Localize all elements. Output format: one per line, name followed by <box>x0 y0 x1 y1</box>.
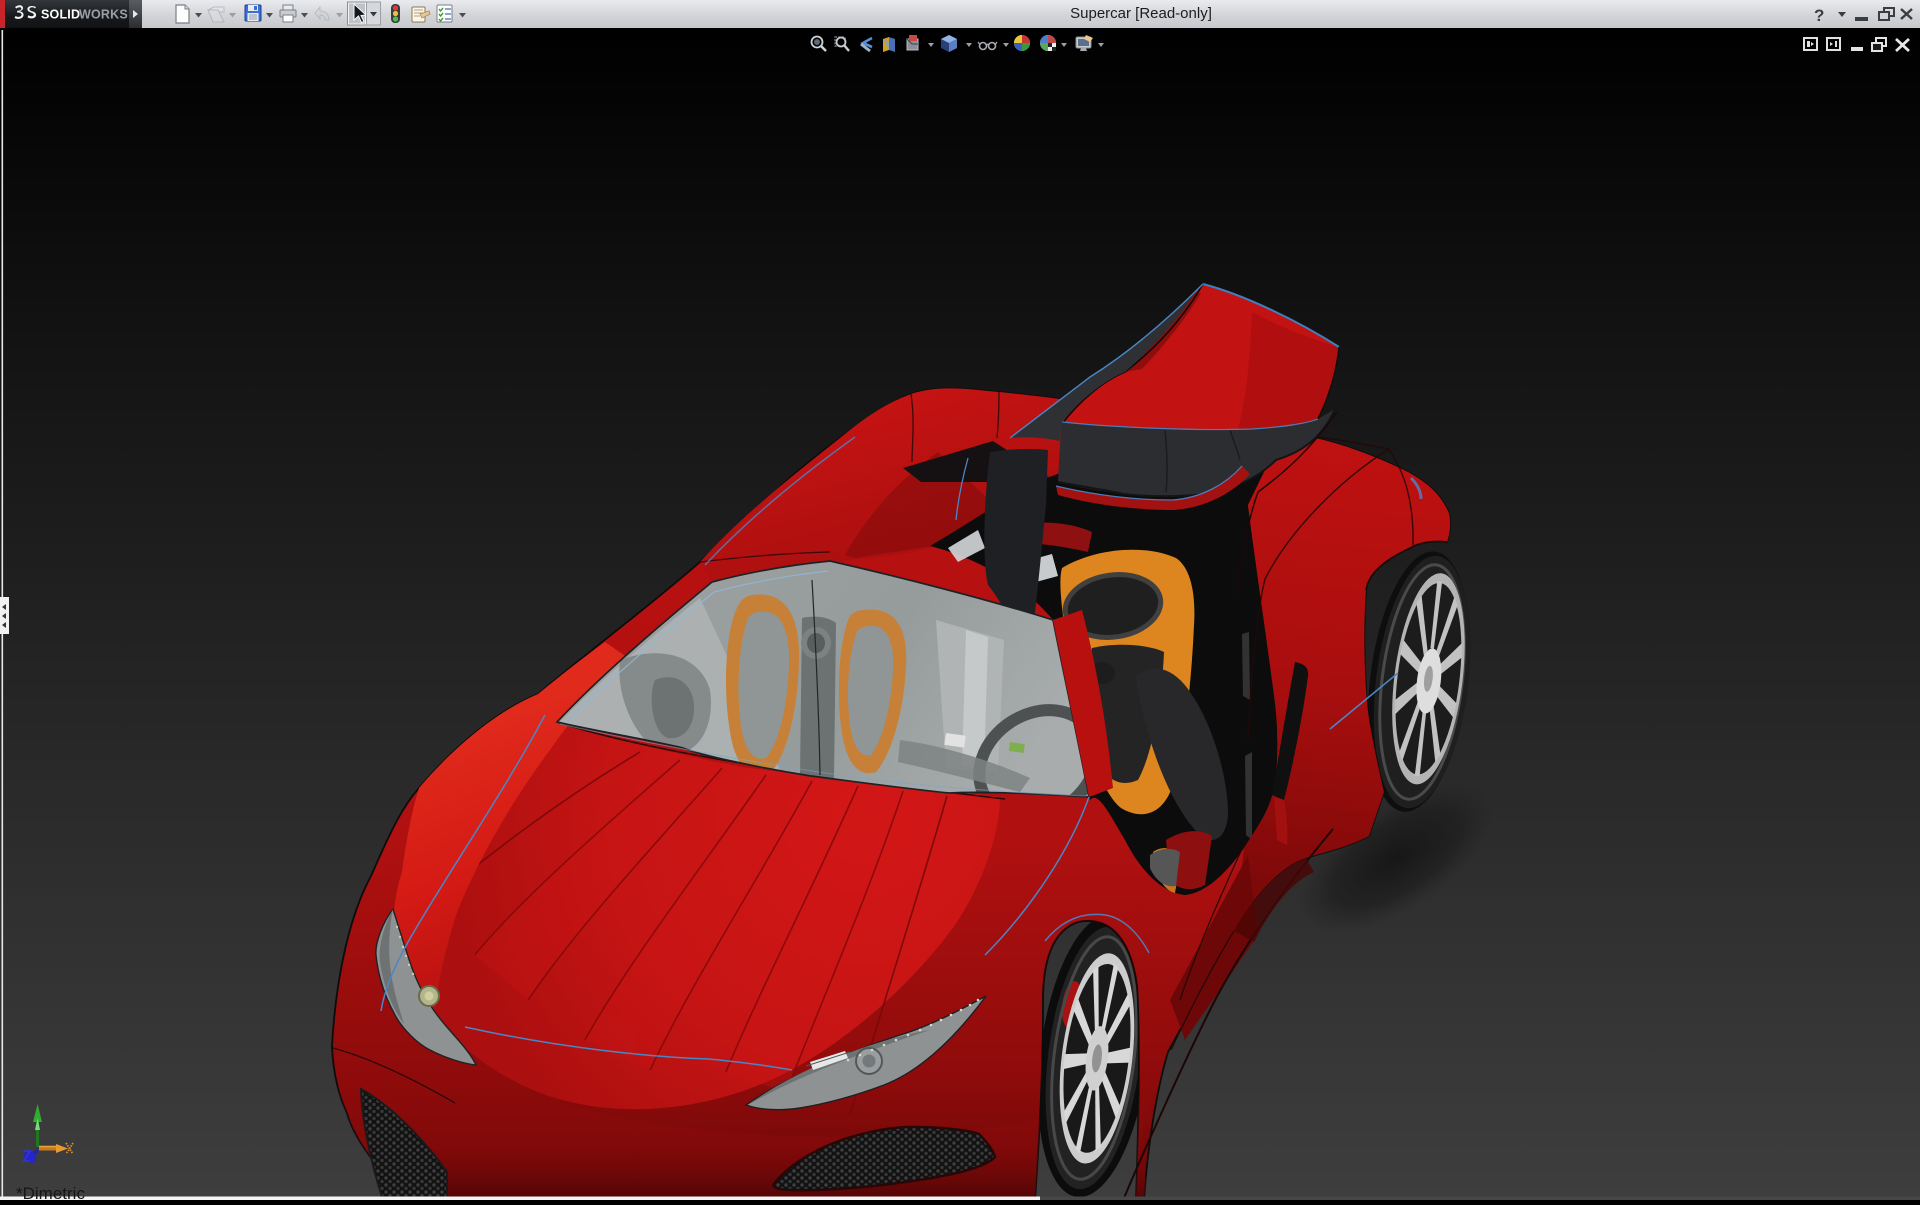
svg-text:*Dimetric: *Dimetric <box>16 1184 85 1200</box>
svg-text:?: ? <box>1814 6 1824 25</box>
